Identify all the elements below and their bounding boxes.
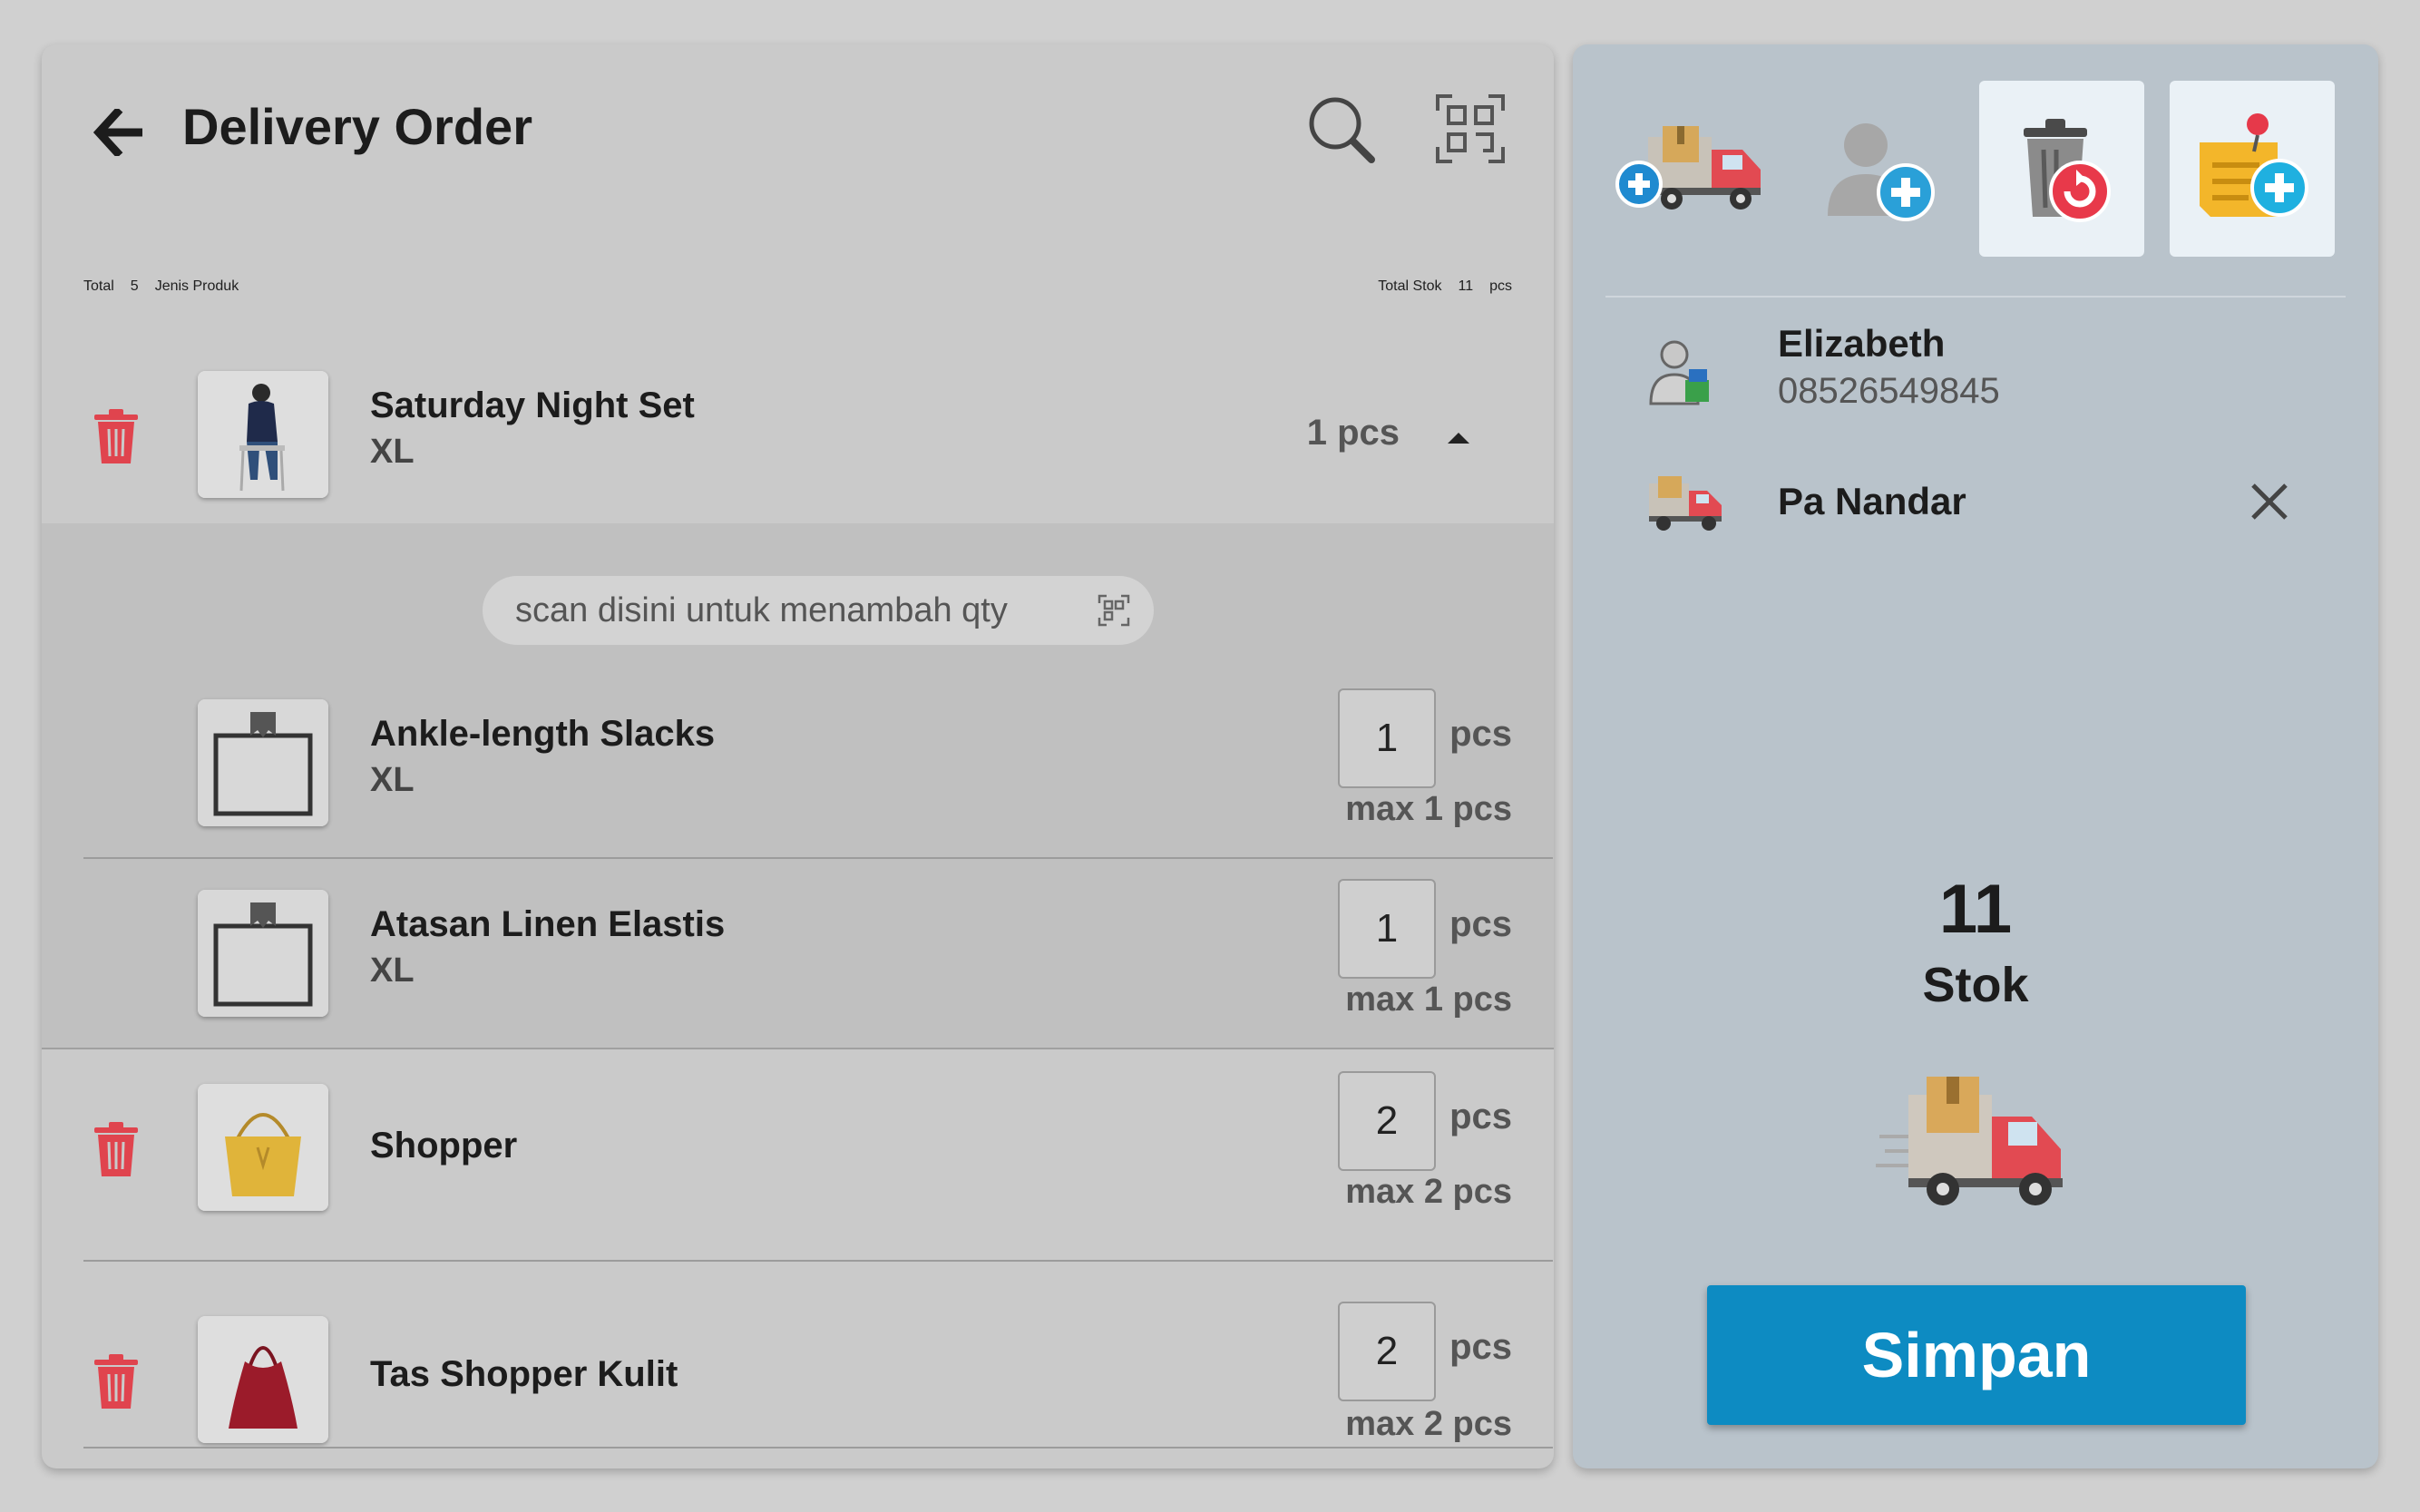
chevron-up-icon[interactable] (1440, 424, 1477, 451)
customer-name: Elizabeth (1778, 322, 1946, 365)
divider (83, 1447, 1553, 1449)
trash-icon[interactable] (91, 1120, 141, 1178)
summary-panel: Elizabeth 08526549845 Pa Nandar 11 Stok … (1573, 44, 2378, 1468)
stock-unit: pcs (1489, 278, 1512, 294)
product-image (198, 1316, 328, 1443)
product-image-placeholder (198, 890, 328, 1017)
customer-icon (1649, 340, 1709, 405)
total-suffix: Jenis Produk (154, 278, 239, 294)
remove-driver-button[interactable] (2244, 476, 2295, 527)
close-icon (2251, 483, 2288, 520)
quantity-input[interactable]: 1 (1338, 879, 1436, 979)
quantity-input[interactable]: 2 (1338, 1302, 1436, 1401)
restore-trash-button[interactable] (1979, 81, 2144, 257)
list-item[interactable]: Saturday Night Set XL 1 pcs (42, 353, 1554, 523)
divider (1605, 296, 2346, 298)
qty-unit: pcs (1449, 714, 1512, 754)
product-count-summary: Total 5 Jenis Produk (83, 278, 239, 295)
product-name: Saturday Night Set (370, 385, 695, 425)
scan-button[interactable] (1430, 88, 1511, 170)
qty-max: max 1 pcs (1345, 980, 1512, 1019)
qty-unit: pcs (1449, 1097, 1512, 1136)
product-image (198, 371, 328, 498)
divider (83, 857, 1553, 859)
delivery-truck-icon (1876, 1077, 2063, 1205)
total-count: 5 (130, 278, 139, 294)
qty-max: max 2 pcs (1345, 1173, 1512, 1211)
trash-icon[interactable] (91, 1352, 141, 1410)
qty-unit: pcs (1449, 904, 1512, 944)
product-variant: XL (370, 951, 415, 990)
truck-icon (1649, 476, 1722, 531)
product-name: Atasan Linen Elastis (370, 904, 726, 944)
customer-phone: 08526549845 (1778, 371, 2000, 411)
product-qty: 1 pcs (1306, 413, 1400, 453)
qty-max: max 1 pcs (1345, 790, 1512, 828)
page-title: Delivery Order (182, 98, 532, 155)
quantity-input[interactable]: 1 (1338, 688, 1436, 788)
qty-unit: pcs (1449, 1327, 1512, 1367)
back-button[interactable] (87, 101, 151, 164)
header: Delivery Order (42, 44, 1554, 208)
stock-label: Stok (1922, 958, 2029, 1012)
list-item: Atasan Linen Elastis XL 1 pcs max 1 pcs (42, 868, 1554, 1049)
product-name: Shopper (370, 1126, 518, 1166)
add-note-button[interactable] (2170, 81, 2335, 257)
product-variant: XL (370, 761, 415, 799)
total-label: Total (83, 278, 114, 294)
trash-icon[interactable] (91, 407, 141, 465)
list-item[interactable]: Shopper 2 pcs max 2 pcs (42, 1051, 1554, 1260)
stock-total: 11 (1938, 871, 2013, 948)
product-name: Tas Shopper Kulit (370, 1354, 678, 1394)
product-name: Ankle-length Slacks (370, 714, 716, 754)
note-add-icon (2200, 113, 2308, 217)
list-item[interactable]: Tas Shopper Kulit 2 pcs max 2 pcs (42, 1263, 1554, 1468)
stock-count: 11 (1458, 278, 1474, 294)
qty-max: max 2 pcs (1345, 1405, 1512, 1443)
product-variant: XL (370, 433, 415, 471)
driver-name: Pa Nandar (1778, 480, 1966, 522)
stock-label: Total Stok (1378, 278, 1442, 294)
arrow-left-icon (93, 109, 142, 156)
search-icon (1309, 97, 1375, 163)
scan-hint: scan disini untuk menambah qty (515, 590, 1008, 629)
save-button[interactable]: Simpan (1707, 1285, 2246, 1425)
product-image (198, 1084, 328, 1211)
quantity-input[interactable]: 2 (1338, 1071, 1436, 1171)
user-add-icon (1828, 123, 1935, 221)
qr-scan-icon (1098, 594, 1130, 627)
add-delivery-button[interactable] (1611, 81, 1776, 257)
truck-add-icon (1615, 126, 1761, 210)
divider (83, 1260, 1553, 1262)
product-image-placeholder (198, 699, 328, 826)
add-customer-button[interactable] (1796, 81, 1961, 257)
qr-scan-icon (1436, 94, 1505, 163)
stock-count-summary: Total Stok 11 pcs (1378, 278, 1512, 295)
scan-add-qty-button[interactable]: scan disini untuk menambah qty (483, 576, 1154, 645)
trash-restore-icon (2024, 119, 2111, 222)
search-button[interactable] (1298, 88, 1389, 170)
order-panel: Delivery Order Total 5 Jenis Produk Tota… (42, 44, 1554, 1468)
list-item: Ankle-length Slacks XL 1 pcs max 1 pcs (42, 678, 1554, 859)
expanded-set-items: scan disini untuk menambah qty Ankle-len… (42, 523, 1554, 1049)
divider (42, 1048, 1554, 1049)
